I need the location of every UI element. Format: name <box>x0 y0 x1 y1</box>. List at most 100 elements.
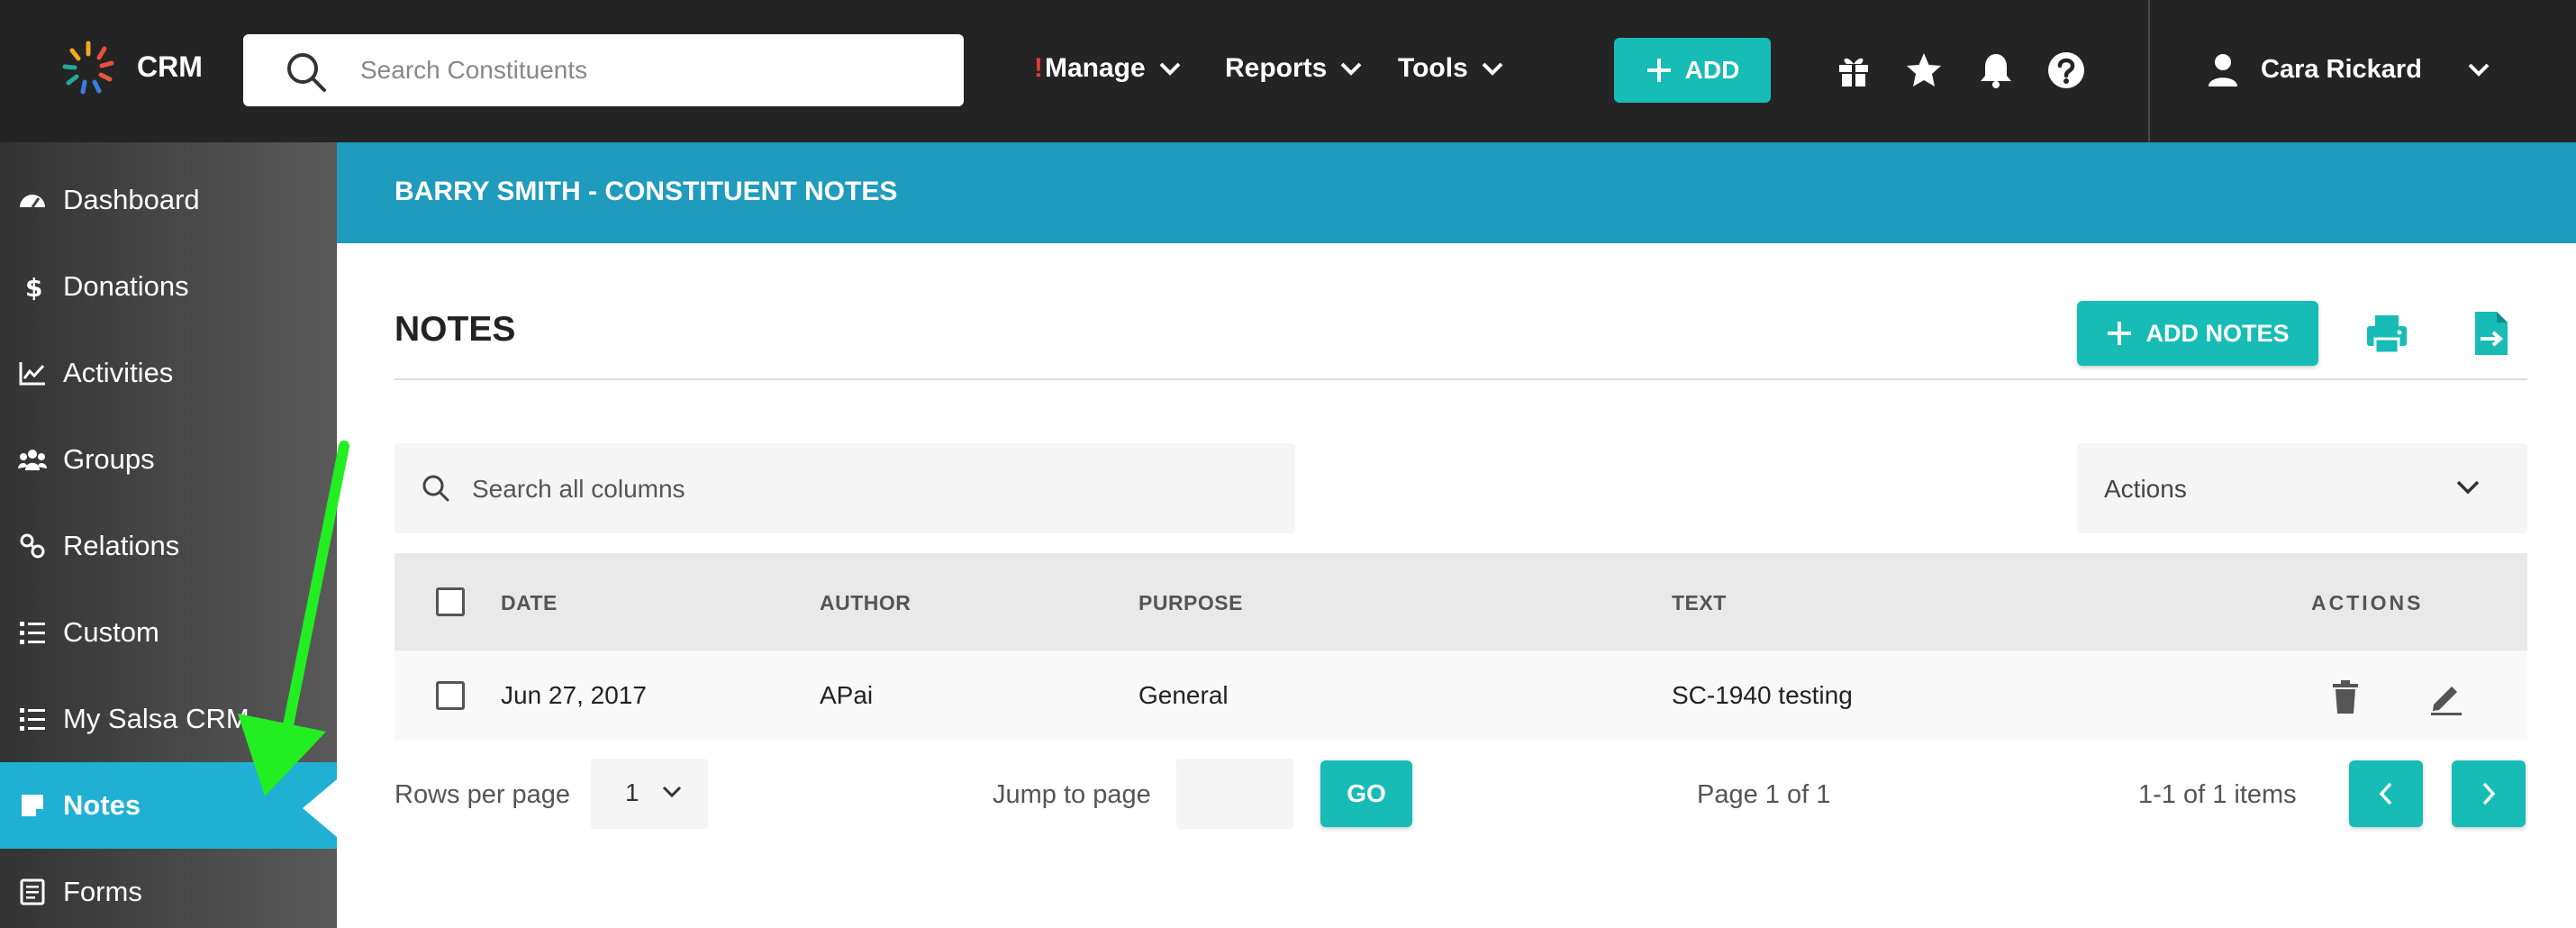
chevron-down-icon <box>1340 62 1362 76</box>
sidebar-item-label: Custom <box>63 616 159 648</box>
cell-purpose: General <box>1138 681 1229 709</box>
chevron-down-icon <box>2468 63 2490 77</box>
sidebar-item-label: Forms <box>63 876 142 907</box>
constituent-search[interactable]: Search Constituents <box>243 34 964 106</box>
nav-tools[interactable]: Tools <box>1398 53 1504 84</box>
note-icon <box>22 795 43 816</box>
topbar-divider <box>2148 0 2150 142</box>
add-notes-label: ADD NOTES <box>2145 319 2290 347</box>
form-icon <box>20 878 45 905</box>
sidebar-item-notes[interactable]: Notes <box>0 762 337 849</box>
users-icon <box>18 450 47 470</box>
nav-tools-label: Tools <box>1398 53 1468 83</box>
nav-reports[interactable]: Reports <box>1225 53 1363 84</box>
chevron-down-icon <box>1159 62 1181 76</box>
column-header-text[interactable]: TEXT <box>1672 591 1727 615</box>
chevron-right-icon <box>2482 782 2496 805</box>
actions-dropdown[interactable]: Actions <box>2077 443 2527 533</box>
sidebar-item-my-salsa-crm[interactable]: My Salsa CRM <box>0 676 337 762</box>
cell-author: APai <box>820 681 874 709</box>
sidebar-item-label: Notes <box>63 789 141 821</box>
link-icon <box>20 533 45 559</box>
gift-icon[interactable] <box>1834 50 1873 90</box>
sidebar-item-custom[interactable]: Custom <box>0 589 337 676</box>
sidebar-item-groups[interactable]: Groups <box>0 416 337 503</box>
search-icon <box>422 475 449 502</box>
sidebar-item-forms[interactable]: Forms <box>0 849 337 928</box>
gauge-icon <box>20 195 45 208</box>
chevron-down-icon <box>2456 480 2480 495</box>
svg-text:$: $ <box>25 273 42 301</box>
sidebar-item-label: Relations <box>63 530 180 561</box>
column-search-placeholder: Search all columns <box>472 475 685 503</box>
column-search-input[interactable]: Search all columns <box>395 443 1295 533</box>
section-title: NOTES <box>395 310 516 349</box>
crm-logo[interactable] <box>59 40 117 97</box>
manage-alert-marker: ! <box>1034 53 1043 83</box>
help-icon[interactable] <box>2046 50 2086 90</box>
sidebar-item-label: Donations <box>63 270 189 302</box>
sidebar-item-label: Dashboard <box>63 184 200 215</box>
nav-manage[interactable]: ! Manage <box>1034 53 1182 84</box>
table-row: Jun 27, 2017 APai General SC-1940 testin… <box>395 651 2527 741</box>
search-icon <box>287 53 326 92</box>
sidebar-item-label: Groups <box>63 443 155 475</box>
active-item-notch <box>303 779 337 837</box>
cell-date: Jun 27, 2017 <box>501 681 647 709</box>
items-status: 1-1 of 1 items <box>2138 780 2297 809</box>
list-icon <box>20 708 45 731</box>
print-icon[interactable] <box>2363 310 2410 357</box>
column-header-actions: ACTIONS <box>2311 591 2424 614</box>
add-button-label: ADD <box>1684 56 1740 84</box>
sidebar-item-label: Activities <box>63 357 174 388</box>
search-placeholder: Search Constituents <box>360 56 588 84</box>
jump-to-page-input[interactable] <box>1176 759 1293 829</box>
dollar-icon: $ <box>25 273 42 301</box>
trash-icon[interactable] <box>2331 679 2360 715</box>
previous-page-button[interactable] <box>2349 760 2423 827</box>
page-status: Page 1 of 1 <box>1697 780 1831 809</box>
rows-per-page-select[interactable]: 1 <box>591 759 708 829</box>
export-icon[interactable] <box>2468 310 2515 357</box>
select-all-checkbox[interactable] <box>436 587 465 616</box>
user-name: Cara Rickard <box>2261 54 2422 84</box>
user-icon <box>2209 54 2237 86</box>
rows-per-page-value: 1 <box>625 778 639 806</box>
table-header: DATE AUTHOR PURPOSE TEXT ACTIONS <box>395 553 2527 651</box>
chevron-left-icon <box>2379 782 2392 805</box>
nav-reports-label: Reports <box>1225 53 1328 83</box>
column-header-author[interactable]: AUTHOR <box>820 591 911 615</box>
bell-icon[interactable] <box>1976 50 2016 90</box>
plus-icon <box>1646 59 1671 82</box>
sidebar-item-dashboard[interactable]: Dashboard <box>0 157 337 243</box>
list-icon <box>20 622 45 644</box>
page-title: BARRY SMITH - CONSTITUENT NOTES <box>395 177 898 206</box>
nav-manage-label: Manage <box>1045 53 1146 83</box>
add-notes-button[interactable]: ADD NOTES <box>2077 301 2318 366</box>
actions-dropdown-value: Actions <box>2104 475 2187 503</box>
chevron-down-icon <box>1482 62 1503 76</box>
user-menu[interactable]: Cara Rickard <box>2207 52 2490 86</box>
sidebar-item-relations[interactable]: Relations <box>0 503 337 589</box>
sidebar-item-label: My Salsa CRM <box>63 703 249 734</box>
top-bar: CRM Search Constituents ! Manage Reports… <box>0 0 2576 142</box>
row-checkbox[interactable] <box>436 681 465 710</box>
cell-text: SC-1940 testing <box>1672 681 1853 709</box>
column-header-purpose[interactable]: PURPOSE <box>1138 591 1243 615</box>
add-button[interactable]: ADD <box>1614 38 1771 103</box>
page-banner: BARRY SMITH - CONSTITUENT NOTES <box>337 142 2576 243</box>
go-button[interactable]: GO <box>1320 760 1412 827</box>
chart-line-icon <box>19 362 45 386</box>
section-divider <box>395 378 2527 380</box>
sidebar-item-donations[interactable]: $ Donations <box>0 243 337 330</box>
edit-icon[interactable] <box>2428 679 2464 715</box>
sidebar-item-activities[interactable]: Activities <box>0 330 337 416</box>
chevron-down-icon <box>662 786 682 798</box>
column-header-date[interactable]: DATE <box>501 591 558 615</box>
jump-to-page-label: Jump to page <box>993 780 1151 809</box>
plus-icon <box>2108 322 2132 345</box>
brand-name[interactable]: CRM <box>137 50 203 84</box>
next-page-button[interactable] <box>2452 760 2526 827</box>
star-icon[interactable] <box>1904 50 1944 90</box>
rows-per-page-label: Rows per page <box>395 780 571 809</box>
